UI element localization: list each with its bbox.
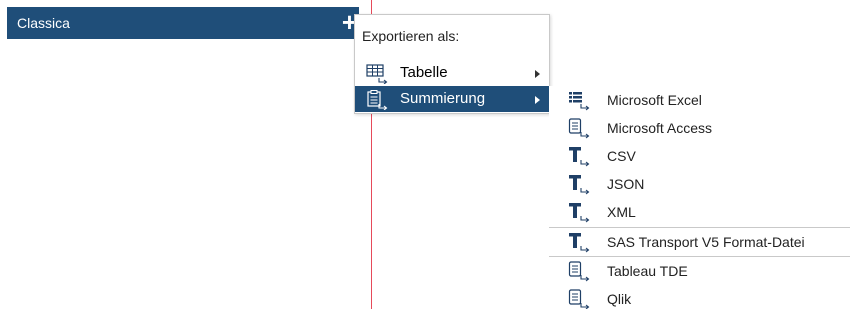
menu-item-label: Qlik <box>607 291 632 307</box>
menu-item-label: Microsoft Excel <box>607 92 702 108</box>
table-export-icon <box>366 64 390 85</box>
menu-item-label: Microsoft Access <box>607 120 713 136</box>
export-menu: Exportieren als: Tabelle Summierung <box>354 14 550 114</box>
menu-item-microsoft-excel[interactable]: Microsoft Excel <box>549 86 850 114</box>
menu-item-tableau-tde[interactable]: Tableau TDE <box>549 257 850 285</box>
menu-item-label: JSON <box>607 176 645 192</box>
clipboard-export-icon <box>366 90 390 111</box>
format-submenu: Microsoft Excel Microsoft Access CSV JSO… <box>549 86 850 309</box>
menu-item-label: Tabelle <box>400 64 448 81</box>
menu-item-json[interactable]: JSON <box>549 170 850 198</box>
menu-item-summierung[interactable]: Summierung <box>355 86 549 112</box>
list-export-icon <box>567 88 591 112</box>
menu-item-label: Summierung <box>400 90 486 107</box>
menu-item-label: CSV <box>607 148 636 164</box>
submenu-arrow-icon <box>535 70 540 78</box>
menu-item-tabelle[interactable]: Tabelle <box>355 60 549 86</box>
database-export-icon <box>567 116 591 140</box>
menu-item-label: XML <box>607 204 636 220</box>
menu-item-label: Tableau TDE <box>607 263 688 279</box>
submenu-arrow-icon <box>535 96 540 104</box>
database-export-icon <box>567 287 591 309</box>
text-export-icon <box>567 200 591 224</box>
text-export-icon <box>567 172 591 196</box>
menu-item-sas-transport[interactable]: SAS Transport V5 Format-Datei <box>549 228 850 256</box>
database-export-icon <box>567 259 591 283</box>
classica-tab[interactable]: Classica + <box>7 7 359 39</box>
menu-item-label: SAS Transport V5 Format-Datei <box>607 234 805 250</box>
text-export-icon <box>567 230 591 254</box>
menu-item-qlik[interactable]: Qlik <box>549 285 850 309</box>
menu-item-microsoft-access[interactable]: Microsoft Access <box>549 114 850 142</box>
menu-item-xml[interactable]: XML <box>549 198 850 226</box>
export-menu-header: Exportieren als: <box>362 28 460 44</box>
text-export-icon <box>567 144 591 168</box>
menu-item-csv[interactable]: CSV <box>549 142 850 170</box>
tab-label: Classica <box>17 15 70 31</box>
